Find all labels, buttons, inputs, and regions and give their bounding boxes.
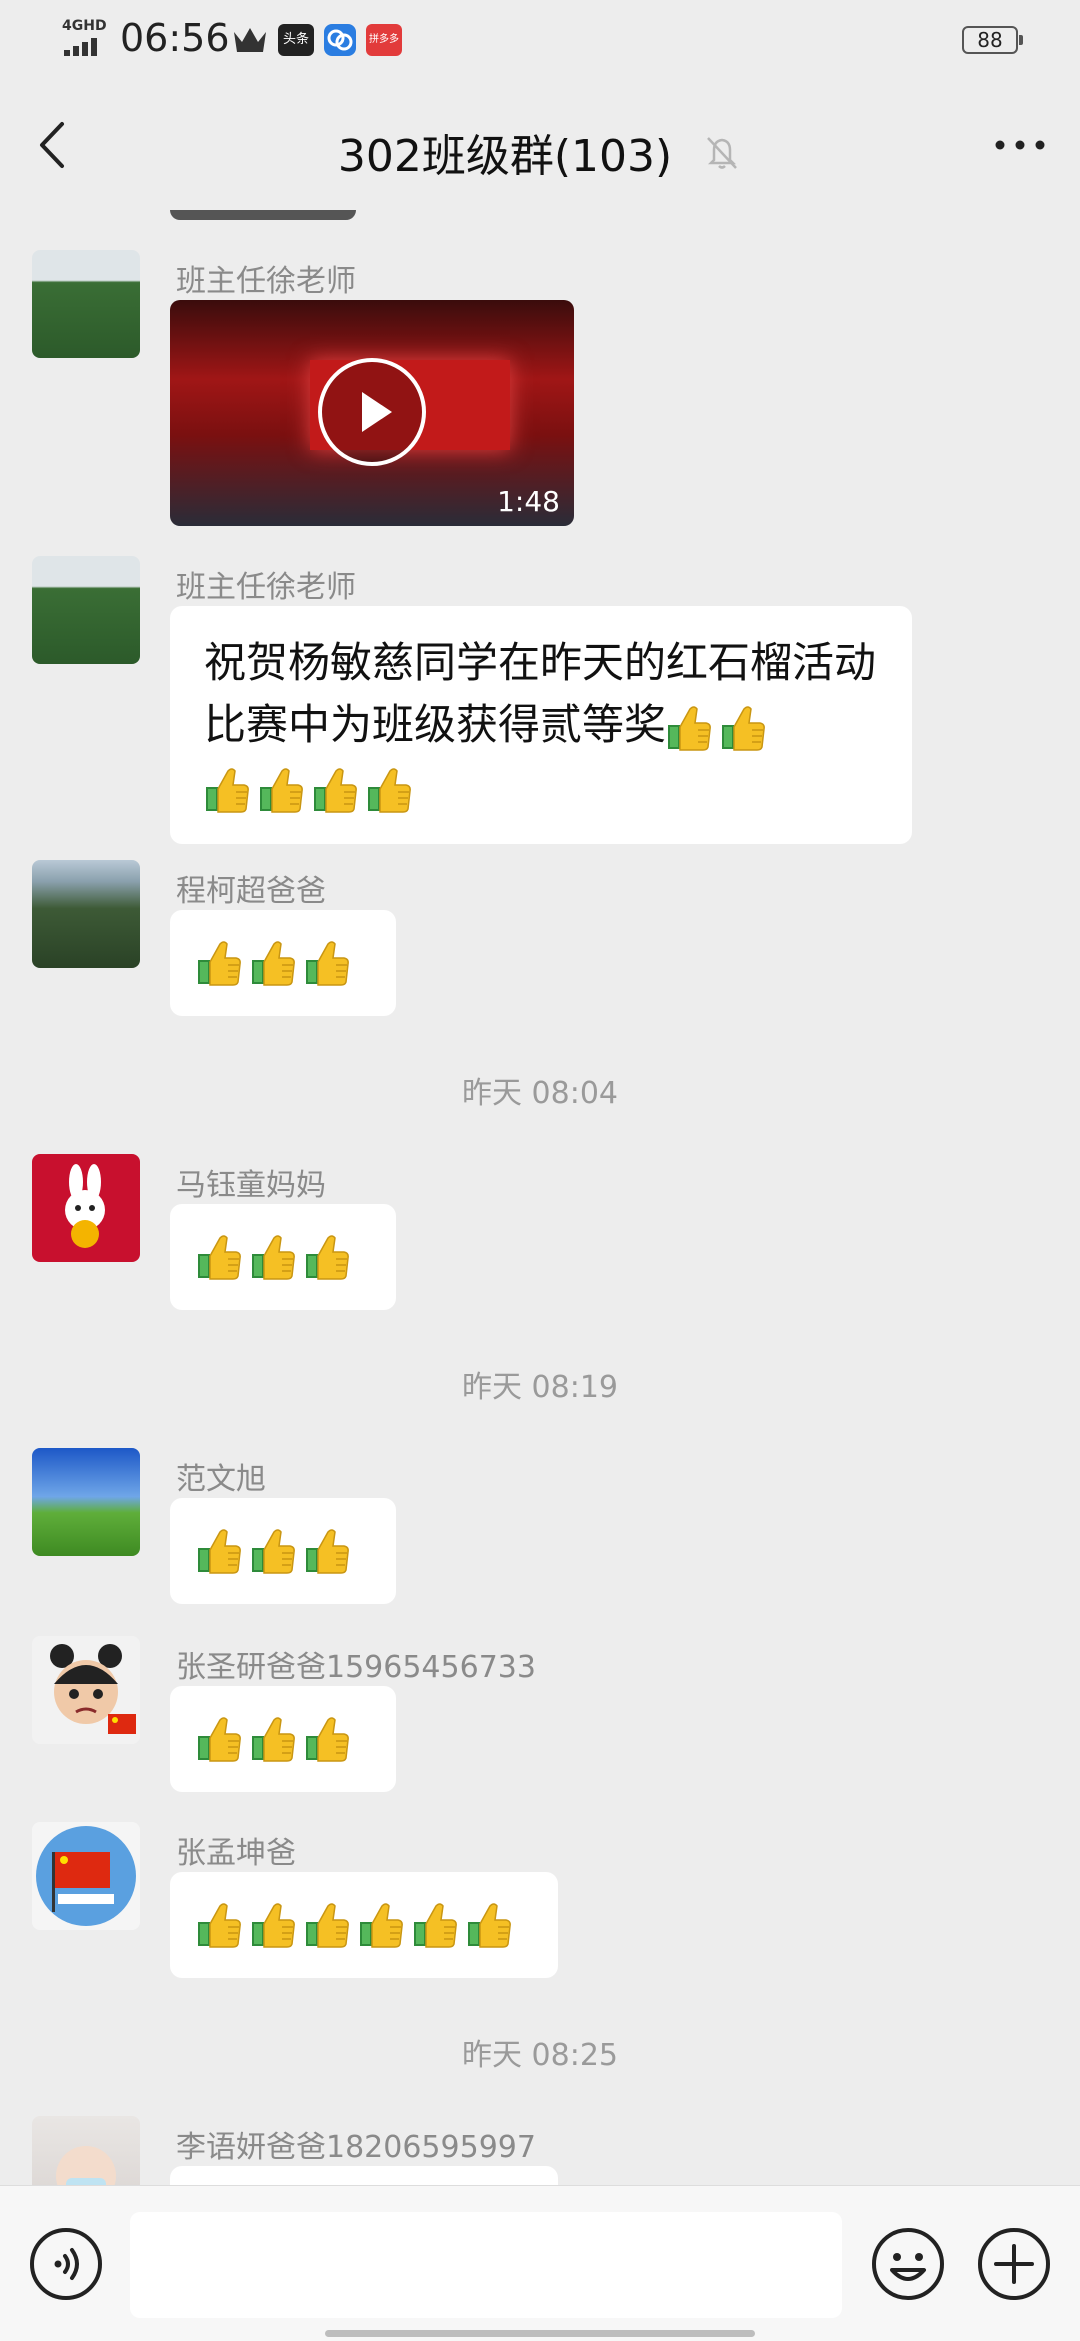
sender-name: 张孟坤爸 <box>176 1836 296 1871</box>
rabbit-avatar-icon <box>65 1164 105 1248</box>
signal-icon: 4GHD <box>62 18 110 58</box>
thumbs-up-icon <box>304 938 350 988</box>
avatar[interactable] <box>32 1448 140 1556</box>
thumbs-up-icon <box>258 765 304 815</box>
message-text: 祝贺杨敏慈同学在昨天的红石榴活动比赛中为班级获得贰等奖 <box>204 638 877 749</box>
emoji-message-bubble[interactable] <box>170 1498 396 1604</box>
chat-title-wrap: 302班级群(103) <box>0 120 1080 184</box>
thumbs-up-icon <box>204 765 250 815</box>
plus-button[interactable] <box>976 2226 1052 2302</box>
emoji-message-bubble[interactable] <box>170 1686 396 1792</box>
message-input[interactable] <box>130 2212 842 2318</box>
thumbs-up-icon <box>196 1714 242 1764</box>
cartoon-avatar-icon <box>50 1644 136 1734</box>
thumbs-up-icon <box>196 1900 242 1950</box>
thumbs-up-icon <box>304 1900 350 1950</box>
sender-name: 张圣研爸爸15965456733 <box>176 1650 536 1685</box>
thumbs-up-icon <box>304 1714 350 1764</box>
thumbs-up-icon <box>466 1900 512 1950</box>
avatar[interactable] <box>32 860 140 968</box>
browser-app-icon <box>324 24 356 56</box>
avatar[interactable] <box>32 1822 140 1930</box>
thumbs-up-icon <box>720 703 766 753</box>
thumbs-up-icon <box>312 765 358 815</box>
emoji-message-bubble[interactable] <box>170 1204 396 1310</box>
text-message-bubble[interactable]: 祝贺杨敏慈同学在昨天的红石榴活动比赛中为班级获得贰等奖 <box>170 606 912 844</box>
message-item: 张孟坤爸 <box>0 1822 1080 1982</box>
chat-header: 302班级群(103) <box>0 80 1080 210</box>
message-item: 张圣研爸爸15965456733 <box>0 1636 1080 1796</box>
avatar[interactable] <box>32 1154 140 1262</box>
video-message[interactable]: 1:48 <box>170 300 574 526</box>
sender-name: 班主任徐老师 <box>176 264 356 299</box>
plus-icon <box>978 2228 1050 2300</box>
thumbs-up-icon <box>412 1900 458 1950</box>
emoji-icon <box>872 2228 944 2300</box>
thumbs-up-icon <box>304 1232 350 1282</box>
shopping-app-icon: 拼多多 <box>366 24 402 56</box>
sender-name: 范文旭 <box>176 1462 266 1497</box>
previous-message-fragment <box>170 210 356 220</box>
message-item: 李语妍爸爸18206595997 <box>0 2116 1080 2186</box>
avatar[interactable] <box>32 556 140 664</box>
chat-title: 302班级群(103) <box>337 131 673 182</box>
timestamp: 昨天 08:19 <box>462 1370 618 1405</box>
play-button[interactable] <box>318 358 426 466</box>
thumbs-up-icon <box>250 1714 296 1764</box>
avatar[interactable] <box>32 250 140 358</box>
thumbs-up-icon <box>250 1900 296 1950</box>
home-indicator[interactable] <box>325 2330 755 2337</box>
emoji-message-bubble[interactable] <box>170 2166 558 2186</box>
thumbs-up-icon <box>196 1526 242 1576</box>
play-icon <box>362 392 392 432</box>
thumbs-up-icon <box>250 938 296 988</box>
toutiao-app-icon: 头条 <box>278 24 314 56</box>
avatar[interactable] <box>32 1636 140 1744</box>
sender-name: 李语妍爸爸18206595997 <box>176 2130 536 2165</box>
sender-name: 马钰童妈妈 <box>176 1168 326 1203</box>
more-dots-icon <box>995 140 1045 150</box>
video-duration: 1:48 <box>497 485 560 518</box>
thumbs-up-icon <box>358 1900 404 1950</box>
message-item: 马钰童妈妈 <box>0 1154 1080 1314</box>
emoji-message-bubble[interactable] <box>170 910 396 1016</box>
message-item: 班主任徐老师 1:48 <box>0 250 1080 540</box>
message-item: 程柯超爸爸 <box>0 860 1080 1020</box>
thumbs-up-icon <box>250 1232 296 1282</box>
message-item: 班主任徐老师 祝贺杨敏慈同学在昨天的红石榴活动比赛中为班级获得贰等奖 <box>0 556 1080 844</box>
voice-icon <box>30 2228 102 2300</box>
thumbs-up-icon <box>250 1526 296 1576</box>
more-options-button[interactable] <box>990 120 1050 170</box>
message-composer <box>0 2185 1080 2341</box>
status-bar: 4GHD 06:56 头条 拼多多 88 <box>0 0 1080 80</box>
sender-name: 班主任徐老师 <box>176 570 356 605</box>
bell-muted-icon <box>702 132 742 172</box>
emoji-button[interactable] <box>870 2226 946 2302</box>
thumbs-up-icon <box>666 703 712 753</box>
emoji-message-bubble[interactable] <box>170 1872 558 1978</box>
child-photo-avatar <box>56 2146 116 2186</box>
thumbs-up-icon <box>196 938 242 988</box>
voice-button[interactable] <box>28 2226 104 2302</box>
timestamp: 昨天 08:04 <box>462 1076 618 1111</box>
thumbs-up-icon <box>304 1526 350 1576</box>
thumbs-up-icon <box>196 1232 242 1282</box>
sender-name: 程柯超爸爸 <box>176 874 326 909</box>
crown-icon <box>232 26 268 54</box>
message-item: 范文旭 <box>0 1448 1080 1608</box>
avatar[interactable] <box>32 2116 140 2186</box>
thumbs-up-icon <box>366 765 412 815</box>
timestamp: 昨天 08:25 <box>462 2038 618 2073</box>
clock: 06:56 <box>120 16 230 60</box>
flag-avatar-icon <box>36 1826 136 1926</box>
battery-indicator: 88 <box>962 26 1023 54</box>
